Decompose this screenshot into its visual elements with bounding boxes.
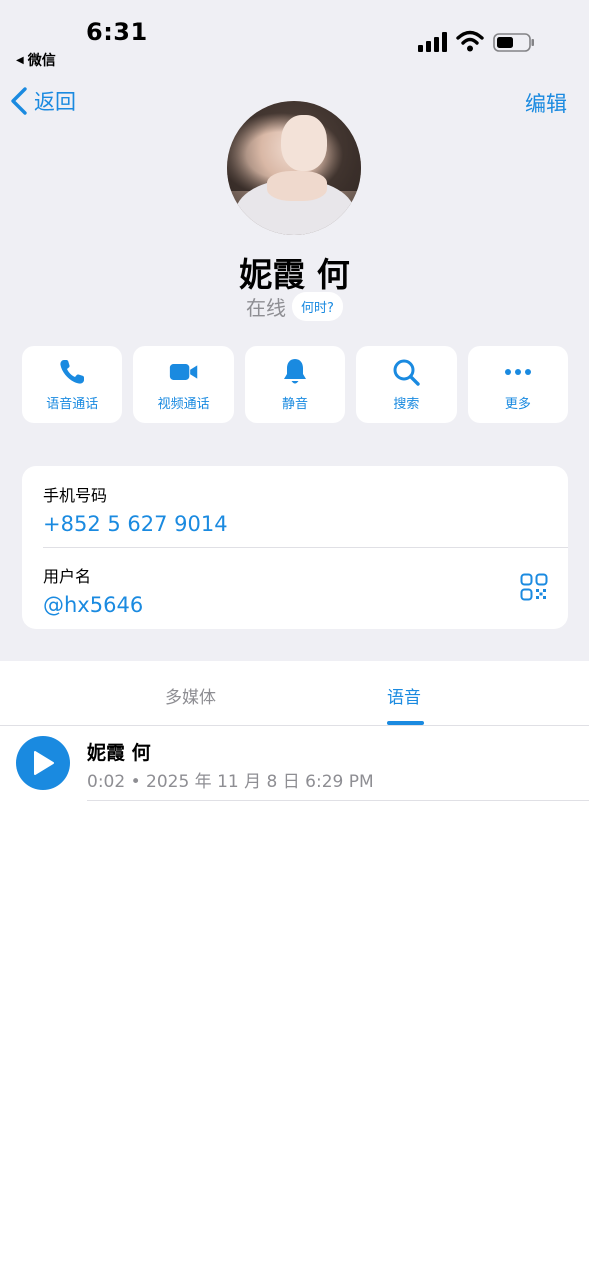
username-label: 用户名: [43, 567, 92, 586]
more-icon: [504, 369, 531, 375]
play-button[interactable]: [16, 736, 70, 790]
back-button-label: 返回: [34, 90, 76, 114]
voice-call-label: 语音通话: [46, 397, 99, 412]
info-divider: [43, 547, 568, 548]
more-label: 更多: [504, 397, 531, 412]
status-back-app-label: 微信: [27, 53, 56, 69]
phone-label: 手机号码: [43, 486, 108, 505]
username-row[interactable]: 用户名 @hx5646: [43, 563, 568, 617]
play-icon: [34, 751, 54, 775]
search-icon: [393, 359, 421, 386]
list-item[interactable]: 妮霞 何 0:02 • 2025 年 11 月 8 日 6:29 PM: [0, 730, 589, 802]
battery-icon: [493, 33, 534, 52]
info-card: 手机号码 +852 5 627 9014 用户名 @hx5646: [22, 466, 568, 629]
video-icon: [169, 364, 197, 380]
search-label: 搜索: [393, 397, 420, 412]
back-triangle-icon: ◀: [16, 54, 24, 66]
list-divider: [87, 800, 589, 801]
when-button[interactable]: 何时?: [292, 292, 343, 321]
online-status-row: 在线 何时?: [0, 292, 589, 321]
mute-label: 静音: [282, 397, 309, 412]
contact-name: 妮霞 何: [239, 255, 350, 294]
qr-code-icon[interactable]: [520, 573, 548, 601]
voice-sender: 妮霞 何: [87, 742, 151, 764]
voice-call-button[interactable]: 语音通话: [22, 346, 123, 423]
tab-active-indicator: [387, 721, 424, 725]
video-call-label: 视频通话: [157, 397, 210, 412]
chevron-left-icon: [11, 87, 27, 115]
tab-bar: 多媒体 语音: [0, 661, 589, 726]
mute-button[interactable]: 静音: [244, 346, 346, 423]
more-button[interactable]: 更多: [467, 346, 569, 423]
status-time: 6:31: [86, 18, 148, 46]
tab-voice[interactable]: 语音: [387, 683, 421, 708]
phone-value[interactable]: +852 5 627 9014: [43, 512, 568, 536]
status-back-app[interactable]: ◀ 微信: [16, 50, 56, 70]
bell-icon: [284, 359, 307, 384]
back-button[interactable]: 返回: [10, 86, 76, 116]
tab-media[interactable]: 多媒体: [165, 683, 216, 708]
search-button[interactable]: 搜索: [356, 346, 457, 423]
wifi-icon: [456, 30, 484, 52]
username-value[interactable]: @hx5646: [43, 593, 568, 617]
phone-row[interactable]: 手机号码 +852 5 627 9014: [43, 482, 568, 536]
voice-meta: 0:02 • 2025 年 11 月 8 日 6:29 PM: [87, 772, 374, 792]
action-buttons: 语音通话 视频通话 静音 搜索 更多: [22, 346, 569, 423]
edit-button[interactable]: 编辑: [525, 88, 567, 118]
avatar[interactable]: [227, 101, 361, 235]
online-status: 在线: [246, 296, 287, 320]
signal-icon: [418, 32, 447, 52]
video-call-button[interactable]: 视频通话: [133, 346, 234, 423]
phone-icon: [60, 360, 85, 384]
